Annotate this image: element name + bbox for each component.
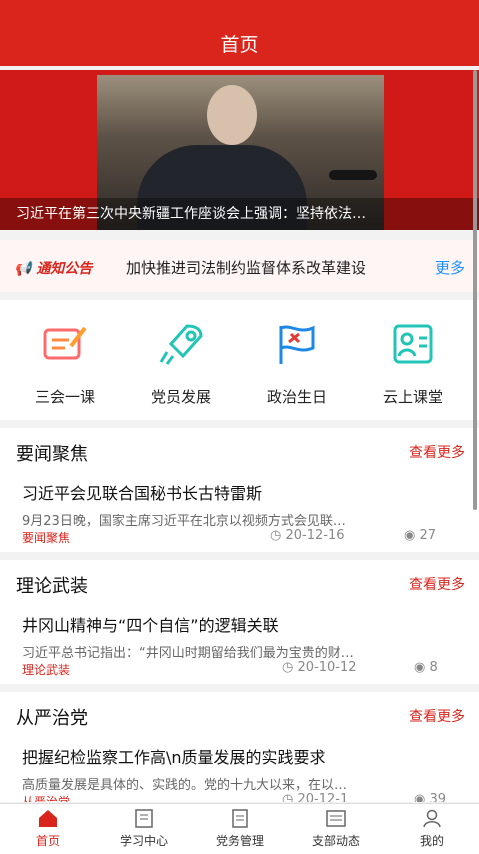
eye-icon: ◉ <box>414 660 430 675</box>
notice-tag: 📢 通知公告 <box>14 261 93 277</box>
quick-link-label: 政治生日 <box>266 388 327 406</box>
tab-mine[interactable]: 我的 <box>384 808 479 849</box>
eye-icon: ◉ <box>404 528 420 543</box>
eye-icon: ◉ <box>414 792 430 802</box>
article-views: ◉ 39 <box>414 792 446 802</box>
section-more-link[interactable]: 查看更多 <box>409 574 465 594</box>
section-more-link[interactable]: 查看更多 <box>409 706 465 726</box>
article-summary: 习近平总书记指出：“井冈山时期留给我们最为宝贵的财… <box>22 646 354 661</box>
rocket-icon <box>159 324 203 365</box>
app-header: 首页 <box>0 0 479 66</box>
home-icon <box>39 810 57 827</box>
quick-link-label: 三会一课 <box>34 388 95 406</box>
tab-label: 我的 <box>419 834 444 848</box>
section-title: 从严治党 <box>16 708 88 729</box>
clipboard-icon <box>232 809 248 828</box>
clock-icon: ◷ <box>282 792 298 802</box>
notice-more-link[interactable]: 更多 <box>435 257 465 278</box>
tab-label: 首页 <box>35 834 60 848</box>
section-more-link[interactable]: 查看更多 <box>409 442 465 462</box>
article-views: ◉ 8 <box>414 660 438 675</box>
article-views: ◉ 27 <box>404 528 437 543</box>
quick-link-political-birthday[interactable]: 政治生日 <box>242 322 352 407</box>
article-category: 要闻聚焦 <box>22 531 71 545</box>
article-category: 从严治党 <box>22 795 71 802</box>
article-title[interactable]: 井冈山精神与“四个自信”的逻辑关联 <box>22 612 279 636</box>
tab-learning-center[interactable]: 学习中心 <box>96 808 192 849</box>
article-date: ◷ 20-12-1 <box>282 792 348 802</box>
section-title: 理论武装 <box>16 576 88 597</box>
pencil-board-icon <box>43 326 87 360</box>
quick-link-member-development[interactable]: 党员发展 <box>126 322 236 407</box>
article-title[interactable]: 把握纪检监察工作高\n质量发展的实践要求 <box>22 744 326 768</box>
person-board-icon <box>393 324 433 364</box>
article-date: ◷ 20-10-12 <box>282 660 357 675</box>
section-title: 要闻聚焦 <box>16 444 88 465</box>
tab-home[interactable]: 首页 <box>0 808 96 849</box>
scrollbar[interactable] <box>473 70 477 510</box>
quick-links: 三会一课 党员发展 政治生日 云上课堂 <box>0 300 479 420</box>
section-theory: 理论武装 查看更多 井冈山精神与“四个自信”的逻辑关联 习近平总书记指出：“井冈… <box>0 560 479 684</box>
tab-label: 党务管理 <box>215 834 264 848</box>
bottom-tab-bar: 首页 学习中心 党务管理 支部动态 我的 <box>0 803 479 854</box>
tab-label: 学习中心 <box>119 834 168 848</box>
clock-icon: ◷ <box>270 528 286 543</box>
quick-link-cloud-classroom[interactable]: 云上课堂 <box>358 322 468 407</box>
clock-icon: ◷ <box>282 660 298 675</box>
notice-text[interactable]: 加快推进司法制约监督体系改革建设 <box>126 257 366 278</box>
article-date: ◷ 20-12-16 <box>270 528 345 543</box>
tab-party-affairs[interactable]: 党务管理 <box>192 808 288 849</box>
notice-bar[interactable]: 📢 通知公告 加快推进司法制约监督体系改革建设 更多 <box>0 240 479 292</box>
article-title[interactable]: 习近平会见联合国秘书长古特雷斯 <box>22 480 262 504</box>
section-news-focus: 要闻聚焦 查看更多 习近平会见联合国秘书长古特雷斯 9月23日晚，国家主席习近平… <box>0 428 479 552</box>
megaphone-icon: 📢 <box>14 261 32 277</box>
party-flag-icon <box>279 325 315 364</box>
book-icon <box>135 809 153 828</box>
tab-label: 支部动态 <box>311 834 360 848</box>
banner-carousel[interactable]: 习近平在第三次中央新疆工作座谈会上强调：坚持依法… <box>0 70 479 230</box>
article-summary: 高质量发展是具体的、实践的。党的十九大以来，在以… <box>22 778 348 793</box>
quick-link-label: 云上课堂 <box>382 388 443 406</box>
page-title: 首页 <box>220 34 259 56</box>
banner-caption[interactable]: 习近平在第三次中央新疆工作座谈会上强调：坚持依法… <box>0 198 479 230</box>
article-category: 理论武装 <box>22 663 71 677</box>
quick-link-sanhui[interactable]: 三会一课 <box>10 322 120 407</box>
article-summary: 9月23日晚，国家主席习近平在北京以视频方式会见联… <box>22 514 346 529</box>
quick-link-label: 党员发展 <box>150 388 211 406</box>
user-icon <box>423 809 441 828</box>
tab-branch-news[interactable]: 支部动态 <box>288 808 384 849</box>
news-icon <box>326 810 346 827</box>
section-party-discipline: 从严治党 查看更多 把握纪检监察工作高\n质量发展的实践要求 高质量发展是具体的… <box>0 692 479 802</box>
